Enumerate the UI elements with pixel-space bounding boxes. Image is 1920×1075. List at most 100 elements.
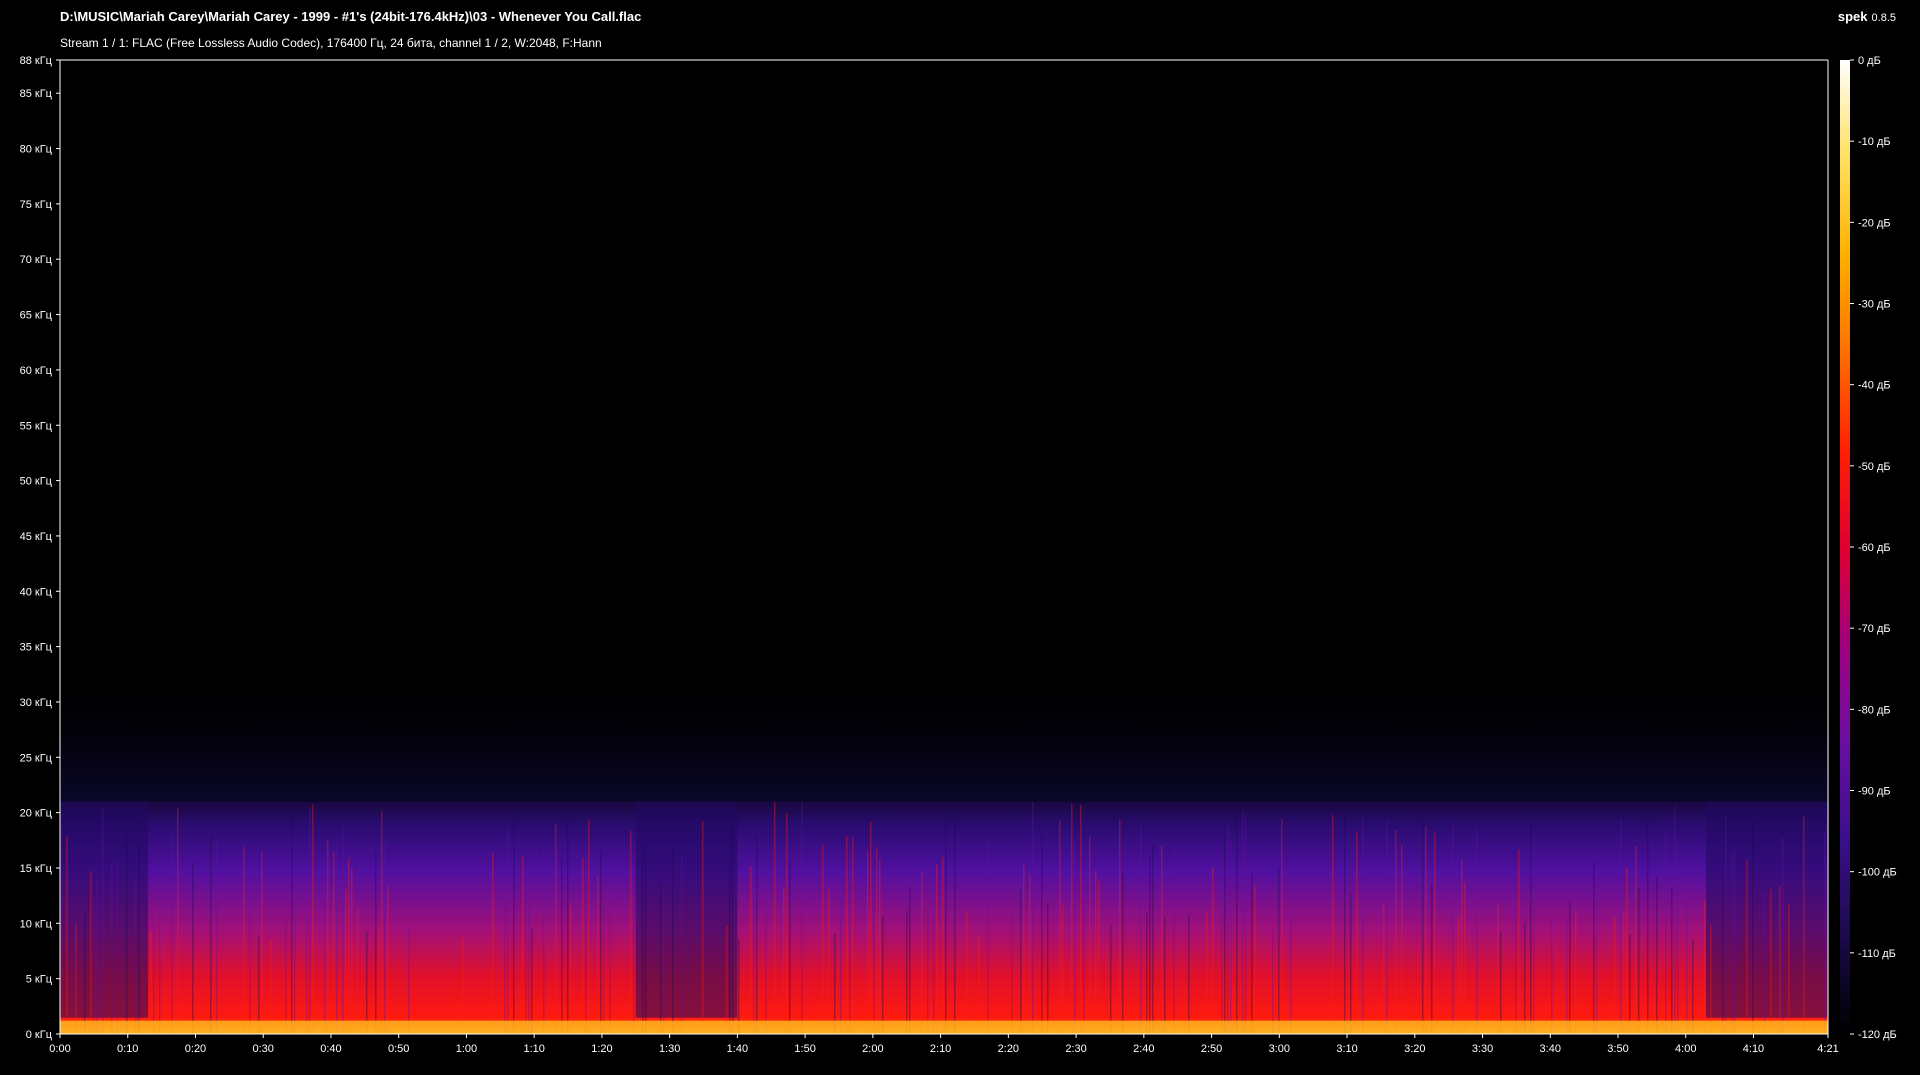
texture-streak bbox=[1458, 916, 1460, 1034]
texture-streak bbox=[96, 879, 98, 1034]
texture-streak bbox=[285, 912, 287, 1034]
texture-streak bbox=[1500, 931, 1502, 1034]
x-tick-label: 2:50 bbox=[1201, 1043, 1222, 1055]
texture-streak bbox=[1140, 826, 1142, 1034]
texture-streak bbox=[1656, 877, 1658, 1034]
texture-streak bbox=[1290, 911, 1292, 1034]
texture-streak bbox=[1803, 815, 1805, 1034]
texture-streak bbox=[1212, 867, 1214, 1034]
texture-streak bbox=[375, 851, 377, 1034]
texture-streak bbox=[1089, 836, 1091, 1034]
texture-streak bbox=[681, 855, 683, 1034]
texture-streak bbox=[1146, 912, 1148, 1034]
texture-streak bbox=[1686, 867, 1688, 1034]
texture-streak bbox=[507, 829, 509, 1034]
x-tick-label: 0:10 bbox=[117, 1043, 138, 1055]
texture-streak bbox=[1674, 805, 1676, 1034]
texture-streak bbox=[138, 822, 140, 1034]
colorbar-tick-label: -20 дБ bbox=[1858, 217, 1891, 229]
texture-streak bbox=[153, 924, 155, 1034]
x-tick-label: 2:20 bbox=[998, 1043, 1019, 1055]
texture-streak bbox=[1425, 826, 1427, 1034]
texture-streak bbox=[1551, 921, 1553, 1034]
texture-streak bbox=[1059, 820, 1061, 1034]
texture-streak bbox=[291, 804, 293, 1034]
colorbar-tick-label: 0 дБ bbox=[1858, 55, 1881, 67]
texture-streak bbox=[357, 907, 359, 1034]
texture-streak bbox=[609, 889, 611, 1034]
texture-streak bbox=[351, 868, 353, 1034]
colorbar-tick-label: -110 дБ bbox=[1858, 948, 1896, 960]
texture-streak bbox=[1635, 845, 1637, 1034]
texture-streak bbox=[1638, 887, 1640, 1034]
texture-streak bbox=[1566, 918, 1568, 1034]
colorbar-tick-label: -120 дБ bbox=[1858, 1029, 1897, 1041]
colorbar-gradient bbox=[1840, 60, 1850, 1034]
texture-streak bbox=[954, 805, 956, 1034]
texture-streak bbox=[1350, 894, 1352, 1034]
texture-streak bbox=[1242, 811, 1244, 1034]
texture-streak bbox=[1161, 845, 1163, 1034]
texture-streak bbox=[1569, 899, 1571, 1034]
texture-streak bbox=[1095, 870, 1097, 1034]
y-tick-label: 35 кГц bbox=[20, 642, 53, 654]
texture-streak bbox=[1824, 833, 1826, 1034]
texture-streak bbox=[1032, 802, 1034, 1034]
texture-streak bbox=[1149, 855, 1151, 1034]
texture-streak bbox=[261, 851, 263, 1034]
texture-streak bbox=[1011, 912, 1013, 1034]
texture-streak bbox=[660, 883, 662, 1034]
texture-streak bbox=[528, 904, 530, 1034]
colorbar-tick-label: -80 дБ bbox=[1858, 704, 1891, 716]
texture-streak bbox=[1206, 911, 1208, 1034]
texture-streak bbox=[879, 859, 881, 1034]
texture-streak bbox=[1629, 934, 1631, 1034]
texture-streak bbox=[570, 904, 572, 1034]
texture-streak bbox=[870, 821, 872, 1034]
texture-streak bbox=[1230, 840, 1232, 1034]
x-tick-label: 3:50 bbox=[1607, 1043, 1628, 1055]
y-tick-label: 20 кГц bbox=[20, 808, 53, 820]
texture-streak bbox=[1722, 874, 1724, 1034]
texture-streak bbox=[1221, 851, 1223, 1034]
colorbar-tick-label: -10 дБ bbox=[1858, 136, 1891, 148]
x-tick-label: 1:50 bbox=[794, 1043, 815, 1055]
texture-streak bbox=[312, 804, 314, 1034]
texture-streak bbox=[987, 843, 989, 1034]
texture-streak bbox=[600, 849, 602, 1034]
texture-streak bbox=[336, 842, 338, 1034]
texture-streak bbox=[384, 843, 386, 1034]
texture-streak bbox=[1119, 819, 1121, 1034]
y-tick-label: 50 кГц bbox=[20, 476, 53, 488]
colorbar-tick-label: -60 дБ bbox=[1858, 542, 1891, 554]
texture-streak bbox=[1665, 835, 1667, 1034]
texture-streak bbox=[84, 910, 86, 1034]
texture-streak bbox=[945, 801, 947, 1034]
texture-streak bbox=[729, 836, 731, 1034]
texture-streak bbox=[567, 805, 569, 1034]
texture-streak bbox=[1533, 842, 1535, 1034]
texture-streak bbox=[732, 808, 734, 1034]
texture-streak bbox=[774, 801, 776, 1034]
y-tick-label: 80 кГц bbox=[20, 144, 53, 156]
y-tick-label: 55 кГц bbox=[20, 420, 53, 432]
texture-streak bbox=[1788, 904, 1790, 1034]
texture-streak bbox=[1152, 845, 1154, 1034]
texture-streak bbox=[834, 933, 836, 1034]
texture-streak bbox=[588, 819, 590, 1034]
y-tick-label: 40 кГц bbox=[20, 586, 53, 598]
texture-streak bbox=[135, 877, 137, 1034]
texture-streak bbox=[1254, 885, 1256, 1034]
texture-streak bbox=[1623, 911, 1625, 1034]
texture-streak bbox=[243, 846, 245, 1034]
texture-streak bbox=[1401, 844, 1403, 1034]
y-tick-label: 5 кГц bbox=[26, 974, 53, 986]
texture-streak bbox=[1236, 816, 1238, 1034]
texture-streak bbox=[789, 861, 791, 1034]
texture-streak bbox=[633, 902, 635, 1034]
texture-streak bbox=[783, 887, 785, 1034]
texture-streak bbox=[561, 857, 563, 1034]
y-tick-label: 88 кГц bbox=[20, 55, 53, 67]
texture-streak bbox=[630, 830, 632, 1034]
texture-streak bbox=[150, 930, 152, 1034]
